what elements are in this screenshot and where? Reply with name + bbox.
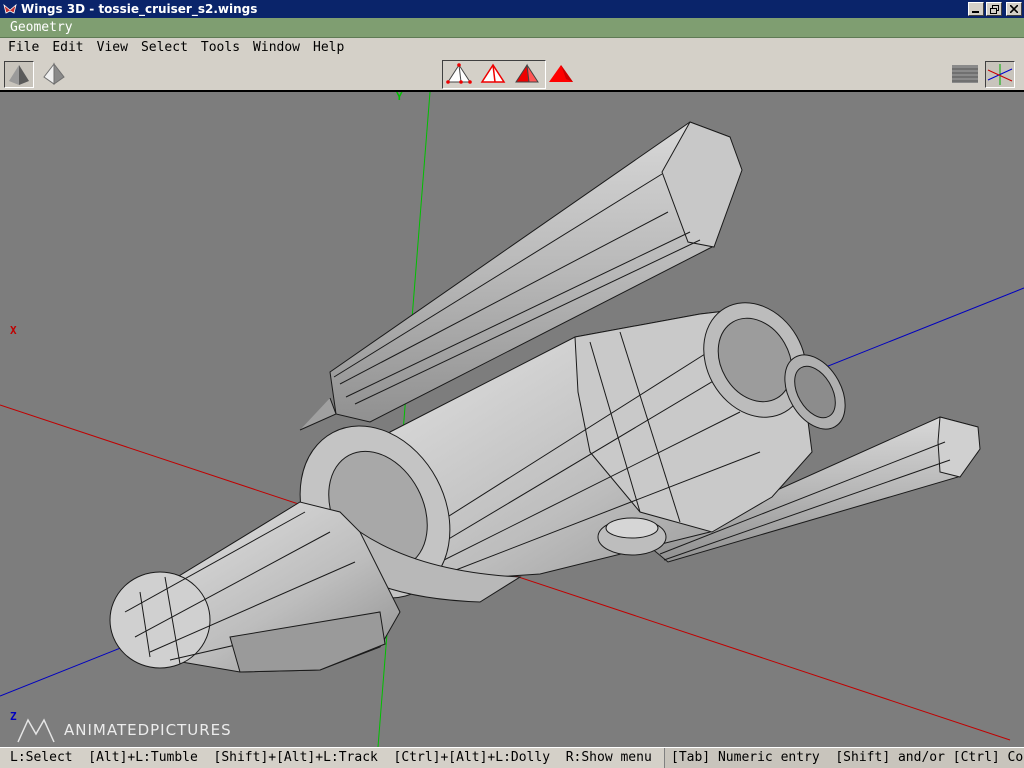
edge-select-button[interactable] (478, 61, 508, 88)
restore-icon (989, 4, 999, 14)
geometry-window-title: Geometry (0, 18, 1024, 38)
face-select-button[interactable] (512, 61, 542, 88)
y-axis-label: Y (396, 92, 403, 103)
watermark-emblem-icon (17, 718, 55, 743)
minimize-icon (972, 11, 979, 13)
mouse-hint-text: L:Select [Alt]+L:Tumble [Shift]+[Alt]+L:… (10, 750, 652, 765)
window-title: Wings 3D - tossie_cruiser_s2.wings (21, 2, 258, 16)
menu-edit[interactable]: Edit (52, 40, 83, 55)
body-select-icon (549, 65, 573, 82)
smooth-shading-icon (9, 65, 29, 85)
keyboard-hint-text: [Tab] Numeric entry [Shift] and/or [Ctrl… (664, 748, 1024, 768)
edge-select-icon (480, 63, 506, 83)
close-button[interactable] (1006, 2, 1022, 16)
wireframe-shading-icon (43, 62, 65, 85)
show-axes-button[interactable] (985, 61, 1015, 88)
menu-bar: File Edit View Select Tools Window Help (0, 38, 1024, 57)
window-titlebar: Wings 3D - tossie_cruiser_s2.wings (0, 0, 1024, 18)
face-select-icon (515, 63, 539, 83)
menu-file[interactable]: File (8, 40, 39, 55)
watermark-logo: ANIMATEDPICTURES (14, 716, 232, 744)
restore-button[interactable] (986, 2, 1002, 16)
3d-viewport[interactable]: Y X Z (0, 92, 1024, 747)
scene-canvas[interactable] (0, 92, 1024, 747)
menu-help[interactable]: Help (313, 40, 344, 55)
wings-logo-icon (3, 3, 17, 14)
close-icon (1010, 5, 1018, 13)
menu-view[interactable]: View (97, 40, 128, 55)
vertex-select-button[interactable] (444, 61, 474, 88)
axes-icon (987, 64, 1013, 85)
spaceship-model[interactable] (109, 121, 981, 673)
minimize-button[interactable] (968, 2, 984, 16)
wireframe-shading-button[interactable] (40, 61, 70, 88)
watermark-text: ANIMATEDPICTURES (64, 721, 232, 739)
x-axis-label: X (10, 324, 17, 337)
vertex-select-icon (446, 63, 472, 84)
groundplane-button[interactable] (950, 61, 980, 88)
toolbar (0, 57, 1024, 92)
menu-select[interactable]: Select (141, 40, 188, 55)
body-select-button[interactable] (546, 61, 576, 88)
status-bar: L:Select [Alt]+L:Tumble [Shift]+[Alt]+L:… (0, 747, 1024, 768)
smooth-shading-button[interactable] (4, 61, 34, 88)
groundplane-icon (952, 65, 978, 83)
menu-window[interactable]: Window (253, 40, 300, 55)
menu-tools[interactable]: Tools (201, 40, 240, 55)
